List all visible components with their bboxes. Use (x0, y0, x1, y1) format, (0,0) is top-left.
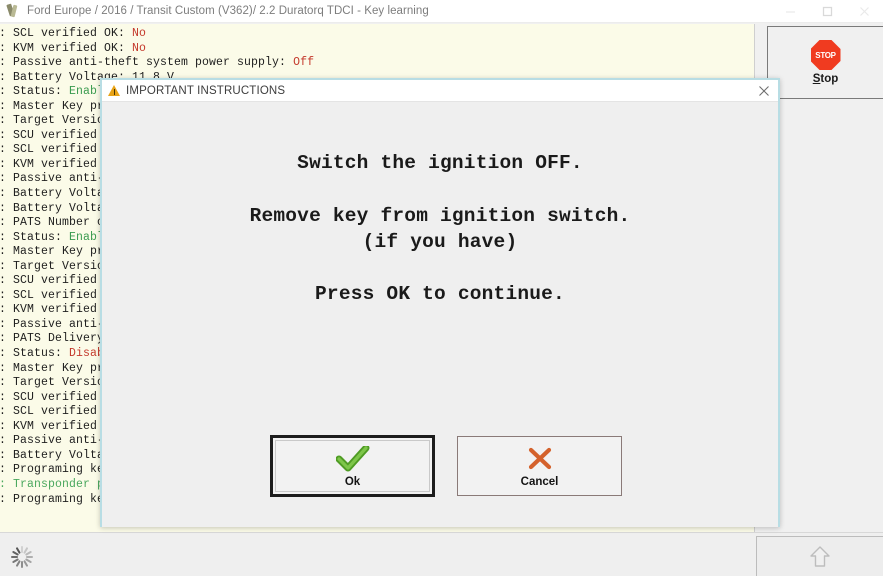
log-line-module: BCM: (0, 231, 13, 244)
window-controls (772, 0, 883, 23)
log-line-module: PCM: (0, 187, 13, 200)
ok-button[interactable]: Ok (270, 435, 579, 497)
log-line-text: Status: (13, 230, 70, 244)
log-line-module: BCM: (0, 114, 13, 127)
dialog-body: Switch the ignition OFF. Remove key from… (102, 102, 778, 527)
log-line-module: BCM: (0, 303, 13, 316)
log-line-module: BCM: (0, 289, 13, 302)
log-line-module: BCM: (0, 332, 13, 345)
dialog-message: Switch the ignition OFF. Remove key from… (102, 102, 778, 307)
log-line-text: KVM verified OK: (13, 41, 133, 55)
log-line-text: Status: (13, 85, 70, 99)
window-titlebar: Ford Europe / 2016 / Transit Custom (V36… (0, 0, 883, 23)
right-panel-body (767, 99, 883, 532)
up-arrow-icon (810, 546, 830, 567)
log-line-module: BCM: (0, 27, 13, 40)
maximize-icon[interactable] (809, 0, 846, 23)
stop-label-rest: top (820, 73, 839, 85)
log-line-module: PCM: (0, 71, 13, 84)
stop-icon-text: STOP (815, 50, 836, 60)
log-line-module: BCM: (0, 172, 13, 185)
log-line-module: BCM: (0, 143, 13, 156)
log-line-module: BCM: (0, 347, 13, 360)
log-line-text: SCL verified OK: (13, 27, 133, 40)
log-line-module: PCM: (0, 449, 13, 462)
log-line-module: BCM: (0, 420, 13, 433)
loading-spinner-icon (10, 545, 34, 569)
instruction-line-1: Switch the ignition OFF. (297, 152, 583, 174)
application-window: Ford Europe / 2016 / Transit Custom (V36… (0, 0, 883, 576)
log-line-value: No (132, 41, 147, 55)
log-line-module: BCM: (0, 478, 13, 491)
log-line-module: BCM: (0, 85, 13, 98)
tools-icon (5, 3, 21, 19)
minimize-icon[interactable] (772, 0, 809, 23)
log-line-module: PCM: (0, 202, 13, 215)
status-bar (0, 532, 883, 576)
log-line-module: BCM: (0, 129, 13, 142)
dialog-titlebar: IMPORTANT INSTRUCTIONS (102, 80, 778, 102)
dialog-button-row: Ok Cancel (102, 435, 778, 527)
log-line-module: BCM: (0, 362, 13, 375)
log-line-value: No (132, 27, 147, 40)
warning-triangle-icon (108, 84, 121, 97)
log-line: BCM: KVM verified OK: No (0, 41, 754, 57)
log-line-module: BCM: (0, 216, 13, 229)
log-line-module: BCM: (0, 376, 13, 389)
log-line: BCM: SCL verified OK: No (0, 27, 754, 42)
ok-button-label: Ok (344, 475, 361, 488)
log-line-text: Passive anti-theft system power supply: (13, 56, 294, 70)
log-line-text: Status: (13, 347, 70, 361)
dialog-title: IMPORTANT INSTRUCTIONS (126, 84, 286, 97)
spinner-blade (21, 561, 23, 568)
log-line-module: BCM: (0, 260, 13, 273)
instruction-line-2: Remove key from ignition switch. (if you… (249, 205, 631, 253)
window-title: Ford Europe / 2016 / Transit Custom (V36… (27, 5, 429, 17)
spinner-blade (11, 556, 18, 558)
log-line-module: BCM: (0, 463, 13, 476)
log-line-module: BCM: (0, 100, 13, 113)
log-line-module: BCM: (0, 405, 13, 418)
red-x-icon (526, 445, 554, 473)
log-line: BCM: Passive anti-theft system power sup… (0, 56, 754, 71)
up-arrow-button[interactable] (756, 536, 883, 576)
cancel-button-label: Cancel (520, 475, 559, 488)
important-instructions-dialog: IMPORTANT INSTRUCTIONS Switch the igniti… (100, 78, 780, 527)
log-line-module: BCM: (0, 434, 13, 447)
log-line-module: BCM: (0, 158, 13, 171)
stop-button-label: Stop (813, 73, 839, 85)
stop-sign-icon: STOP (810, 40, 841, 70)
spinner-blade (26, 556, 33, 558)
green-checkmark-icon (335, 445, 370, 473)
log-line-value: Off (293, 56, 315, 70)
log-line-module: BCM: (0, 318, 13, 331)
log-line-module: BCM: (0, 274, 13, 287)
log-line-module: BCM: (0, 245, 13, 258)
log-line-module: BCM: (0, 42, 13, 55)
log-line-module: BCM: (0, 493, 13, 506)
dialog-close-icon[interactable] (754, 82, 774, 100)
log-line-module: BCM: (0, 391, 13, 404)
log-line-module: BCM: (0, 56, 13, 69)
close-icon[interactable] (846, 0, 883, 23)
cancel-button[interactable]: Cancel (457, 436, 622, 496)
instruction-line-3: Press OK to continue. (315, 283, 565, 305)
stop-button[interactable]: STOP Stop (767, 26, 883, 99)
